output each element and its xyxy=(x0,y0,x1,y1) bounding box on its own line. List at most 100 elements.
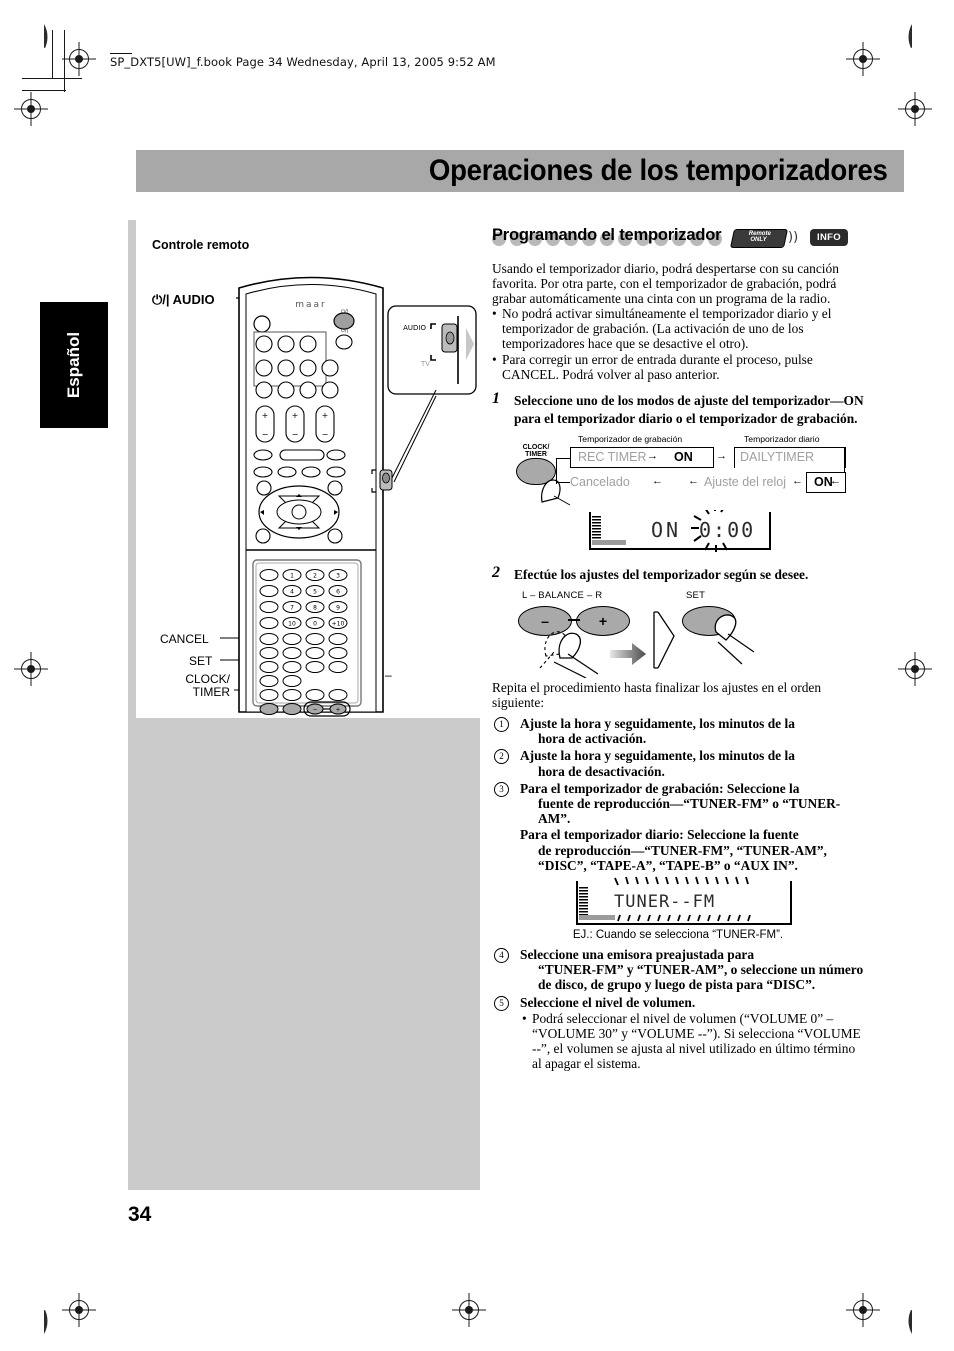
corner-fan-top-right xyxy=(908,24,937,53)
language-tab-label: Español xyxy=(64,331,83,399)
svg-text:−: − xyxy=(322,430,329,439)
flow-label-daily: Temporizador diario xyxy=(744,433,820,444)
remote-control-drawing: maar ⏻/| ⏻/| + − + − + − 1 2 3 4 5 6 7 8… xyxy=(220,276,477,717)
svg-text:+: + xyxy=(322,411,329,420)
registration-mark-bottom-right xyxy=(846,1293,880,1327)
registration-mark-left-upper xyxy=(14,92,48,126)
step-2: 2 Efectúe los ajustes del temporizador s… xyxy=(492,563,864,584)
ordered-settings-list: 1 Ajuste la hora y seguidamente, los min… xyxy=(492,716,864,873)
step-2-text: Efectúe los ajustes del temporizador seg… xyxy=(514,566,809,582)
svg-text:maar: maar xyxy=(295,300,327,310)
section-header: Programando el temporizador Remote ONLY … xyxy=(492,226,864,252)
book-header-text: SP_DXT5[UW]_f.book Page 34 Wednesday, Ap… xyxy=(110,55,496,69)
corner-fan-bottom-left xyxy=(19,1305,48,1334)
lcd-example-caption: EJ.: Cuando se selecciona “TUNER-FM”. xyxy=(572,928,784,941)
step-1-text: Seleccione uno de los modos de ajuste de… xyxy=(514,392,864,426)
list-extra-indent: de reproducción—“TUNER-FM”, “TUNER-AM”, … xyxy=(538,842,827,873)
crop-rule xyxy=(22,78,82,79)
registration-mark-bottom-left xyxy=(62,1293,96,1327)
crop-rule xyxy=(22,90,66,91)
svg-text:7: 7 xyxy=(290,605,294,612)
flow-label-rec: Temporizador de grabación xyxy=(578,433,683,444)
registration-mark-top-left xyxy=(62,42,96,76)
flow-connector xyxy=(556,457,570,460)
flow-arrow-5: ← xyxy=(792,474,803,487)
svg-text:AUDIO: AUDIO xyxy=(403,324,426,332)
balance-set-button-art: L – BALANCE – R SET – + xyxy=(510,590,864,678)
book-header-line: SP_DXT5[UW]_f.book Page 34 Wednesday, Ap… xyxy=(110,53,496,69)
step-2-number: 2 xyxy=(492,563,500,581)
list-number: 3 xyxy=(494,781,509,797)
flow-connector xyxy=(844,446,846,473)
corner-fan-top-left xyxy=(19,24,48,53)
ordered-settings-list-cont: 4 Seleccione una emisora preajustada par… xyxy=(492,947,864,1072)
registration-mark-right-upper xyxy=(898,92,932,126)
list-sub-bullet: Podrá seleccionar el nivel de volumen (“… xyxy=(520,1011,864,1072)
page-canvas: SP_DXT5[UW]_f.book Page 34 Wednesday, Ap… xyxy=(0,0,954,1351)
svg-text:⏻/|: ⏻/| xyxy=(341,328,349,334)
list-number: 1 xyxy=(494,716,509,732)
svg-text:2: 2 xyxy=(313,573,317,580)
svg-text:6: 6 xyxy=(336,589,340,596)
flow-rec-timer-text: REC TIMER xyxy=(578,449,647,464)
list-item: 4 Seleccione una emisora preajustada par… xyxy=(492,947,864,993)
svg-text:8: 8 xyxy=(313,605,317,612)
intro-bullets: No podrá activar simultáneamente el temp… xyxy=(492,306,864,381)
flow-clock-set-text: Ajuste del reloj xyxy=(704,474,786,489)
list-item: 3 Para el temporizador de grabación: Sel… xyxy=(492,781,864,873)
lcd-display-on-time: ON 0:00 xyxy=(575,509,781,552)
svg-text:+10: +10 xyxy=(332,621,345,628)
lcd-mode-text: ON xyxy=(651,517,682,542)
flow-arrow-1: → xyxy=(647,449,658,462)
step-1: 1 Seleccione uno de los modos de ajuste … xyxy=(492,390,864,428)
svg-text:10: 10 xyxy=(288,621,296,628)
flow-clock-timer-button-label: CLOCK/ TIMER xyxy=(522,443,550,459)
flow-daily-timer-text: DAILYTIMER xyxy=(740,449,815,464)
svg-text:TV: TV xyxy=(420,360,430,368)
section-title: Programando el temporizador xyxy=(492,226,722,244)
list-number: 2 xyxy=(494,749,509,765)
step2-hands-and-arrows xyxy=(539,611,755,678)
list-indent: hora de desactivación. xyxy=(538,763,665,779)
svg-text:4: 4 xyxy=(290,589,294,596)
page-number: 34 xyxy=(128,1203,152,1226)
intro-bullet: No podrá activar simultáneamente el temp… xyxy=(492,306,864,351)
corner-fan-bottom-right xyxy=(908,1305,937,1334)
svg-text:−: − xyxy=(312,707,317,714)
svg-text:0: 0 xyxy=(313,621,317,628)
lcd-time-text: 0:00 xyxy=(699,517,756,542)
list-item: 2 Ajuste la hora y seguidamente, los min… xyxy=(492,748,864,779)
list-main: Para el temporizador de grabación: Selec… xyxy=(520,780,800,796)
flow-arrow-6: ← xyxy=(830,474,841,487)
svg-text:+: + xyxy=(262,411,269,420)
svg-text:⏻/|: ⏻/| xyxy=(341,309,349,315)
info-badge: INFO xyxy=(810,229,848,246)
list-number: 4 xyxy=(494,947,509,963)
intro-paragraph: Usando el temporizador diario, podrá des… xyxy=(492,261,839,307)
flow-arrow-4: ← xyxy=(652,474,663,487)
signal-wave-icon: )) xyxy=(788,230,799,245)
flow-arrow-3: ← xyxy=(688,474,699,487)
remote-illustration-box: Controle remoto ⏻/| AUDIO CANCEL SET CLO… xyxy=(136,220,480,718)
flow-cancelled-text: Cancelado xyxy=(570,474,630,489)
svg-text:−: − xyxy=(292,430,299,439)
flow-arrow-2: → xyxy=(716,449,727,462)
svg-text:5: 5 xyxy=(313,589,317,596)
lcd-source-text: TUNER--FM xyxy=(614,891,716,912)
list-main: Ajuste la hora y seguidamente, los minut… xyxy=(520,748,795,764)
remote-only-badge: Remote ONLY xyxy=(729,229,789,248)
svg-text:3: 3 xyxy=(336,573,340,580)
repeat-lead: Repita el procedimiento hasta finalizar … xyxy=(492,679,822,710)
svg-text:9: 9 xyxy=(336,605,340,612)
registration-mark-left-middle xyxy=(14,652,48,686)
list-main: Seleccione el nivel de volumen. xyxy=(520,994,696,1010)
registration-mark-top-right xyxy=(846,42,880,76)
list-number: 5 xyxy=(494,995,509,1011)
list-main: Seleccione una emisora preajustada para xyxy=(520,946,755,962)
list-indent: “TUNER-FM” y “TUNER-AM”, o seleccione un… xyxy=(538,962,864,993)
info-badge-label: INFO xyxy=(817,232,841,243)
crop-rule xyxy=(52,30,53,78)
registration-mark-right-middle xyxy=(898,652,932,686)
registration-mark-bottom-center xyxy=(452,1293,486,1327)
list-extra: Para el temporizador diario: Seleccione … xyxy=(520,827,799,843)
